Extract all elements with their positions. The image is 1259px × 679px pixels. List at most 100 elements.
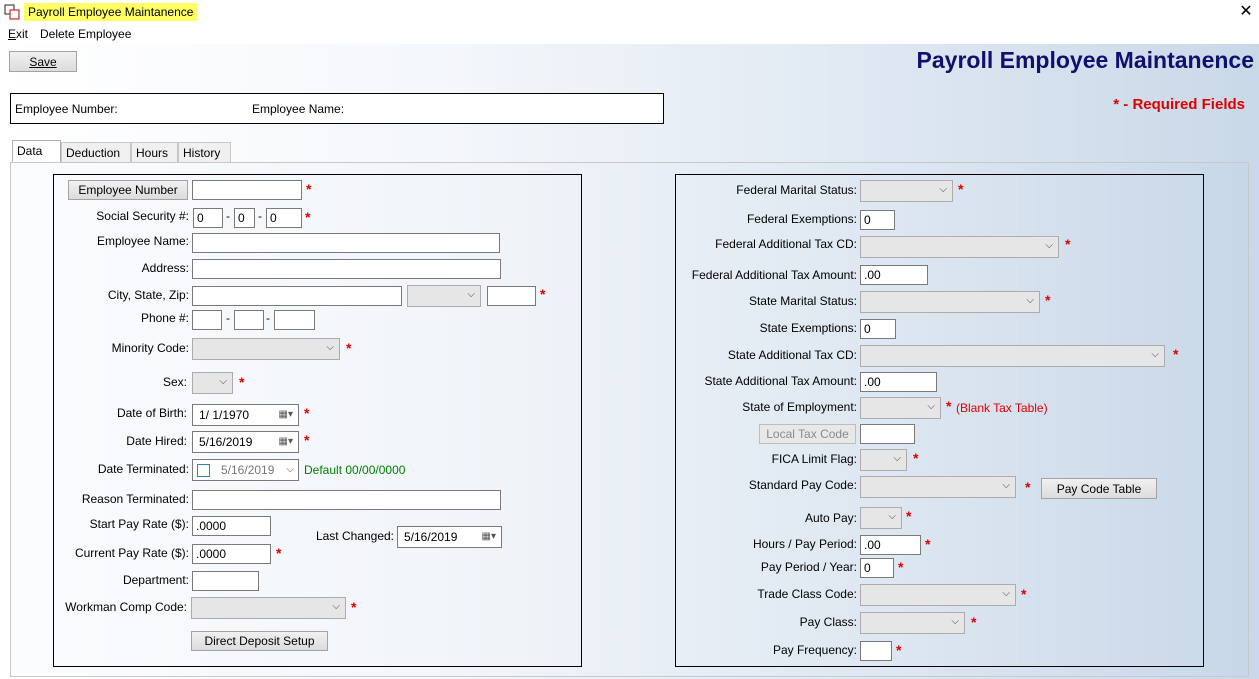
close-icon[interactable]: ✕ <box>1236 2 1256 22</box>
pay-period-per-year-input[interactable]: 0 <box>860 558 894 578</box>
state-exemptions-input[interactable]: 0 <box>860 319 896 339</box>
minority-code-dropdown[interactable]: ⌵ <box>192 338 340 360</box>
federal-marital-status-dropdown[interactable]: ⌵ <box>860 180 953 202</box>
pay-class-label: Pay Class: <box>799 615 857 629</box>
federal-additional-tax-cd-label: Federal Additional Tax CD: <box>715 237 857 251</box>
state-additional-tax-cd-dropdown[interactable]: ⌵ <box>860 345 1165 367</box>
required-star: * <box>1045 292 1051 308</box>
date-hired-label: Date Hired: <box>126 434 187 448</box>
city-state-zip-label: City, State, Zip: <box>107 288 189 302</box>
state-marital-status-dropdown[interactable]: ⌵ <box>860 291 1040 313</box>
fica-limit-flag-label: FICA Limit Flag: <box>771 452 857 466</box>
required-star: * <box>305 209 311 225</box>
required-star: * <box>304 432 310 448</box>
required-fields-legend: * - Required Fields <box>1113 96 1245 113</box>
local-tax-code-input[interactable] <box>860 424 915 444</box>
date-hired-value: 5/16/2019 <box>199 435 253 449</box>
tab-hours[interactable]: Hours <box>131 142 178 162</box>
required-star: * <box>925 536 931 552</box>
required-star: * <box>946 398 952 414</box>
menu-exit-mnemonic: E <box>8 27 17 41</box>
save-button[interactable]: Save <box>9 51 77 72</box>
pay-code-table-button[interactable]: Pay Code Table <box>1041 478 1157 499</box>
calendar-icon[interactable]: ▦▾ <box>279 432 293 452</box>
workman-comp-code-label: Workman Comp Code: <box>65 600 187 614</box>
direct-deposit-setup-button[interactable]: Direct Deposit Setup <box>191 631 328 651</box>
date-terminated-checkbox[interactable] <box>197 464 210 477</box>
employee-name-input[interactable] <box>192 233 500 253</box>
chevron-down-icon: ⌵ <box>1002 588 1010 599</box>
ssn-part2-input[interactable]: 0 <box>234 208 255 228</box>
date-hired-picker[interactable]: 5/16/2019 ▦▾ <box>192 431 299 453</box>
last-changed-picker[interactable]: 5/16/2019 ▦▾ <box>397 526 502 548</box>
pay-class-dropdown[interactable]: ⌵ <box>860 612 965 634</box>
tab-history[interactable]: History <box>178 142 231 162</box>
required-star: * <box>540 286 546 302</box>
date-of-birth-picker[interactable]: 1/ 1/1970 ▦▾ <box>192 404 299 426</box>
phone-area-input[interactable] <box>192 310 222 330</box>
address-input[interactable] <box>192 259 501 279</box>
phone-label: Phone #: <box>140 311 189 325</box>
ssn-part1-input[interactable]: 0 <box>193 208 223 228</box>
date-terminated-picker[interactable]: 5/16/2019 ⌵ <box>192 459 299 481</box>
menu-delete-employee[interactable]: Delete Employee <box>40 27 131 41</box>
current-pay-rate-input[interactable]: .0000 <box>192 544 271 564</box>
zip-input[interactable] <box>487 286 536 306</box>
required-star: * <box>913 450 919 466</box>
calendar-icon[interactable]: ▦▾ <box>279 405 293 425</box>
standard-pay-code-label: Standard Pay Code: <box>748 478 857 492</box>
chevron-down-icon: ⌵ <box>219 376 227 387</box>
federal-exemptions-input[interactable]: 0 <box>860 210 895 230</box>
app-icon <box>4 4 20 20</box>
required-star: * <box>346 340 352 356</box>
city-input[interactable] <box>192 286 402 306</box>
date-terminated-label: Date Terminated: <box>97 462 189 476</box>
sex-dropdown[interactable]: ⌵ <box>192 372 233 394</box>
employee-number-button[interactable]: Employee Number <box>68 180 188 200</box>
employee-number-label: Employee Number: <box>15 102 118 116</box>
state-of-employment-dropdown[interactable]: ⌵ <box>860 397 941 419</box>
window-title: Payroll Employee Maintanence <box>24 3 198 21</box>
reason-terminated-input[interactable] <box>192 490 501 510</box>
ssn-part3-input[interactable]: 0 <box>266 208 302 228</box>
chevron-down-icon: ⌵ <box>326 342 334 353</box>
phone-dash: - <box>226 311 230 325</box>
minority-code-label: Minority Code: <box>111 341 189 355</box>
tab-deduction[interactable]: Deduction <box>61 142 131 162</box>
hours-per-pay-period-label: Hours / Pay Period: <box>752 537 857 551</box>
chevron-down-icon: ⌵ <box>1002 480 1010 491</box>
local-tax-code-button: Local Tax Code <box>759 424 856 444</box>
phone-line-input[interactable] <box>274 310 315 330</box>
department-input[interactable] <box>192 571 259 591</box>
state-additional-tax-amount-input[interactable]: .00 <box>860 372 937 392</box>
workman-comp-code-dropdown[interactable]: ⌵ <box>191 597 346 619</box>
employee-name-label: Employee Name: <box>252 102 345 116</box>
employee-number-input[interactable] <box>192 180 302 200</box>
trade-class-code-dropdown[interactable]: ⌵ <box>860 584 1016 606</box>
phone-prefix-input[interactable] <box>234 310 264 330</box>
current-pay-rate-label: Current Pay Rate ($): <box>74 546 189 560</box>
federal-additional-tax-cd-dropdown[interactable]: ⌵ <box>860 236 1059 258</box>
state-dropdown[interactable]: ⌵ <box>407 285 481 307</box>
chevron-down-icon[interactable]: ⌵ <box>286 460 294 480</box>
chevron-down-icon: ⌵ <box>332 601 340 612</box>
chevron-down-icon: ⌵ <box>1045 240 1053 251</box>
auto-pay-label: Auto Pay: <box>804 511 857 525</box>
ssn-dash: - <box>258 209 262 223</box>
department-label: Department: <box>122 573 189 587</box>
menu-exit-rest: xit <box>16 27 29 41</box>
menu-exit[interactable]: Exit <box>8 27 28 41</box>
pay-frequency-input[interactable] <box>860 641 892 661</box>
chevron-down-icon: ⌵ <box>893 453 901 464</box>
fica-limit-flag-dropdown[interactable]: ⌵ <box>860 449 907 471</box>
auto-pay-dropdown[interactable]: ⌵ <box>860 507 902 529</box>
start-pay-rate-input[interactable]: .0000 <box>192 516 271 536</box>
address-label: Address: <box>141 261 189 275</box>
trade-class-code-label: Trade Class Code: <box>757 587 857 601</box>
standard-pay-code-dropdown[interactable]: ⌵ <box>860 476 1016 498</box>
hours-per-pay-period-input[interactable]: .00 <box>860 535 921 555</box>
phone-dash: - <box>266 311 270 325</box>
tab-data[interactable]: Data <box>12 140 61 163</box>
calendar-icon[interactable]: ▦▾ <box>482 527 496 547</box>
federal-additional-tax-amount-input[interactable]: .00 <box>860 265 928 285</box>
